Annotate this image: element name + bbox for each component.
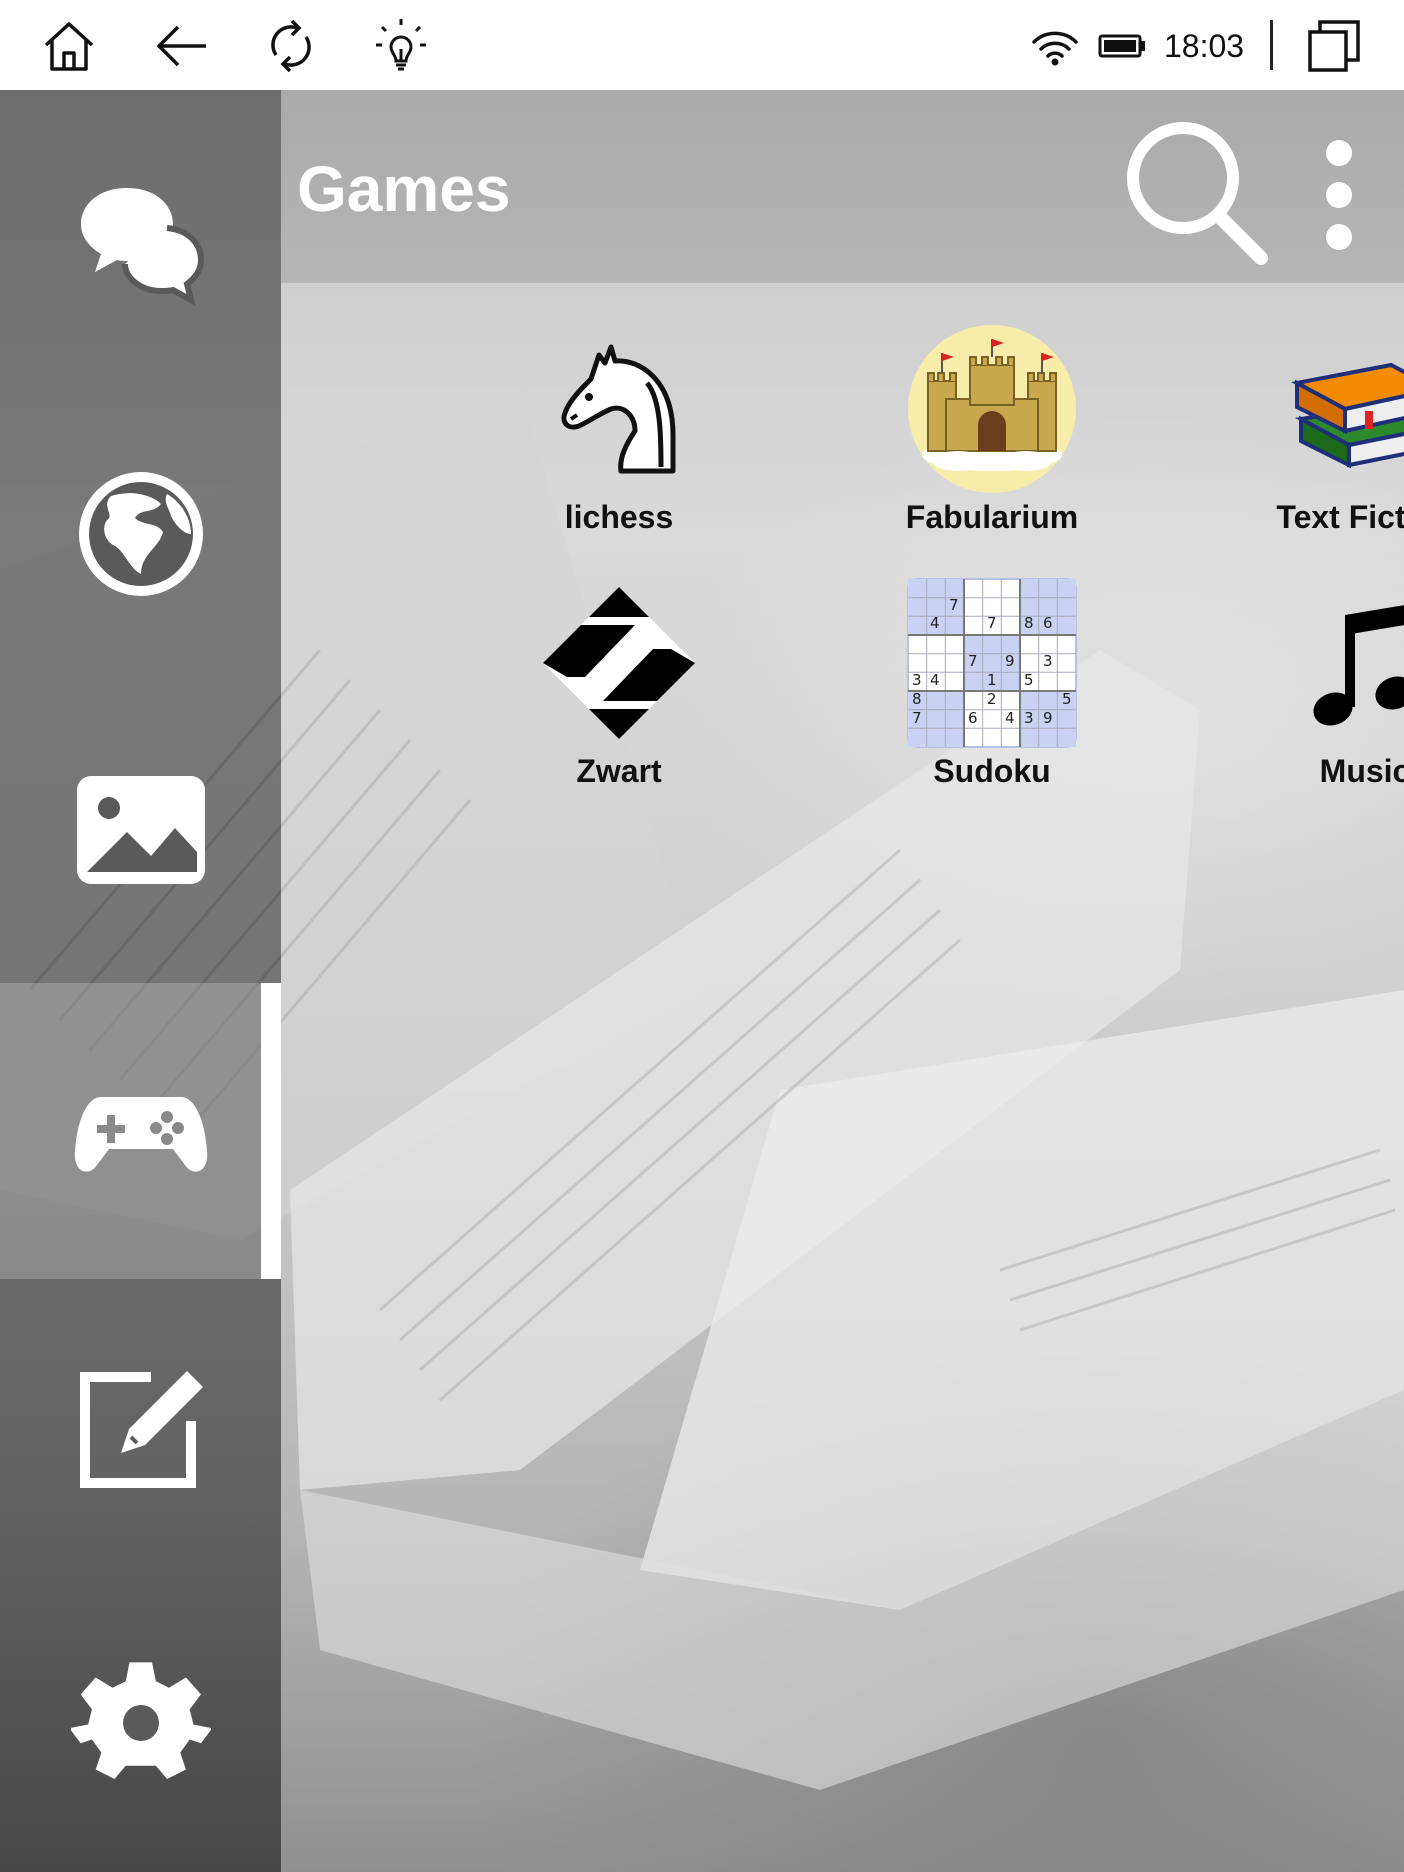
sidebar xyxy=(0,90,281,1872)
sidebar-item-settings[interactable] xyxy=(0,1575,281,1871)
castle-icon xyxy=(906,323,1078,495)
app-label: Text Fiction xyxy=(1276,499,1404,535)
header: Games xyxy=(281,90,1404,283)
sudoku-digit: 3 xyxy=(912,671,922,689)
clock: 18:03 xyxy=(1164,28,1245,64)
app-text-fiction[interactable]: Text Fiction xyxy=(1215,323,1404,553)
sudoku-digit: 9 xyxy=(1005,652,1015,670)
sudoku-grid-icon: 7 4 7 8 6 7 9 3 3 4 1 5 8 2 5 7 6 4 3 9 xyxy=(906,577,1078,749)
sudoku-digit: 4 xyxy=(930,671,940,689)
status-divider xyxy=(1270,20,1273,70)
image-icon xyxy=(76,776,205,884)
app-music[interactable]: Music xyxy=(1215,577,1404,807)
sudoku-digit: 9 xyxy=(1043,709,1053,727)
page-title: Games xyxy=(297,153,511,225)
sudoku-digit: 5 xyxy=(1024,671,1034,689)
sudoku-digit: 1 xyxy=(987,671,997,689)
sudoku-digit: 2 xyxy=(987,690,997,708)
frontlight-icon[interactable] xyxy=(372,17,430,75)
sudoku-digit: 4 xyxy=(930,614,940,632)
sudoku-digit: 7 xyxy=(987,614,997,632)
app-sudoku[interactable]: 7 4 7 8 6 7 9 3 3 4 1 5 8 2 5 7 6 4 3 9 xyxy=(842,577,1142,807)
home-icon[interactable] xyxy=(40,17,98,75)
app-fabularium[interactable]: Fabularium xyxy=(842,323,1142,553)
app-label: lichess xyxy=(564,499,674,535)
chat-icon xyxy=(80,188,204,306)
sudoku-digit: 7 xyxy=(912,709,922,727)
app-zwart[interactable]: Zwart xyxy=(469,577,769,807)
sudoku-digit: 8 xyxy=(1024,614,1034,632)
music-note-icon xyxy=(1279,577,1404,749)
sidebar-item-notes[interactable] xyxy=(0,1279,281,1575)
sudoku-digit: 3 xyxy=(1024,709,1034,727)
app-grid: lichess Fabularium Text Fict Zwart 7 4 7… xyxy=(281,283,1404,1872)
wifi-icon xyxy=(1032,31,1078,66)
app-label: Fabularium xyxy=(905,499,1079,535)
gamepad-icon xyxy=(74,1097,207,1172)
sudoku-digit: 6 xyxy=(1043,614,1053,632)
gear-icon xyxy=(70,1662,211,1779)
sudoku-digit: 8 xyxy=(912,690,922,708)
status-bar: 18:03 xyxy=(0,0,1404,90)
sidebar-item-browser[interactable] xyxy=(0,386,281,682)
app-label: Sudoku xyxy=(933,753,1051,789)
sudoku-digit: 5 xyxy=(1062,690,1072,708)
sidebar-item-gallery[interactable] xyxy=(0,682,281,978)
books-icon xyxy=(1279,323,1404,495)
sudoku-digit: 6 xyxy=(968,709,978,727)
app-lichess[interactable]: lichess xyxy=(469,323,769,553)
app-label: Music xyxy=(1319,753,1404,789)
active-indicator xyxy=(261,983,281,1279)
chess-knight-icon xyxy=(533,323,705,495)
sidebar-item-chat[interactable] xyxy=(0,90,281,386)
sidebar-item-games[interactable] xyxy=(0,983,281,1279)
recent-apps-icon[interactable] xyxy=(1306,18,1362,74)
zwart-logo-icon xyxy=(533,577,705,749)
sudoku-digit: 7 xyxy=(968,652,978,670)
edit-note-icon xyxy=(79,1371,203,1488)
refresh-icon[interactable] xyxy=(262,17,320,75)
sudoku-digit: 4 xyxy=(1005,709,1015,727)
globe-icon xyxy=(78,472,203,596)
more-vertical-icon[interactable] xyxy=(1319,135,1359,255)
battery-icon xyxy=(1098,34,1145,58)
sudoku-digit: 7 xyxy=(949,596,959,614)
sudoku-digit: 3 xyxy=(1043,652,1053,670)
app-label: Zwart xyxy=(576,753,662,789)
search-icon[interactable] xyxy=(1121,118,1271,268)
back-icon[interactable] xyxy=(152,17,210,75)
